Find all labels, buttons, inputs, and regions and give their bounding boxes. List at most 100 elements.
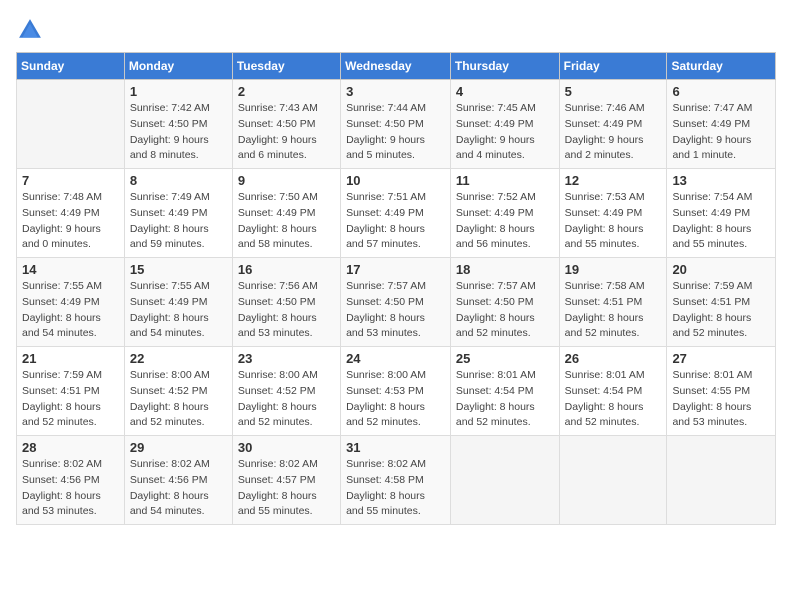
day-info: Sunrise: 7:56 AMSunset: 4:50 PMDaylight:… (238, 279, 335, 342)
calendar-cell: 11Sunrise: 7:52 AMSunset: 4:49 PMDayligh… (450, 169, 559, 258)
day-info: Sunrise: 8:00 AMSunset: 4:52 PMDaylight:… (130, 368, 227, 431)
day-info: Sunrise: 7:50 AMSunset: 4:49 PMDaylight:… (238, 190, 335, 253)
day-info: Sunrise: 7:51 AMSunset: 4:49 PMDaylight:… (346, 190, 445, 253)
calendar-cell: 13Sunrise: 7:54 AMSunset: 4:49 PMDayligh… (667, 169, 776, 258)
calendar-cell: 31 Sunrise: 8:02 AMSunset: 4:58 PMDayligh… (341, 436, 451, 525)
day-info: Sunrise: 7:55 AMSunset: 4:49 PMDaylight:… (22, 279, 119, 342)
day-number: 6 (672, 84, 770, 99)
day-header-tuesday: Tuesday (232, 53, 340, 80)
day-number: 2 (238, 84, 335, 99)
day-number: 14 (22, 262, 119, 277)
day-number: 29 (130, 440, 227, 455)
logo (16, 16, 48, 44)
calendar-cell (17, 80, 125, 169)
calendar-week-row: 7Sunrise: 7:48 AMSunset: 4:49 PMDaylight… (17, 169, 776, 258)
day-info: Sunrise: 7:44 AMSunset: 4:50 PMDaylight:… (346, 101, 445, 164)
day-info: Sunrise: 7:45 AMSunset: 4:49 PMDaylight:… (456, 101, 554, 164)
day-header-thursday: Thursday (450, 53, 559, 80)
calendar-week-row: 28 Sunrise: 8:02 AMSunset: 4:56 PMDayligh… (17, 436, 776, 525)
calendar-cell: 26 Sunrise: 8:01 AMSunset: 4:54 PMDayligh… (559, 347, 667, 436)
day-number: 3 (346, 84, 445, 99)
calendar-cell: 21 Sunrise: 7:59 AMSunset: 4:51 PMDayligh… (17, 347, 125, 436)
day-number: 8 (130, 173, 227, 188)
day-info: Sunrise: 7:48 AMSunset: 4:49 PMDaylight:… (22, 190, 119, 253)
calendar-cell: 20 Sunrise: 7:59 AMSunset: 4:51 PMDayligh… (667, 258, 776, 347)
calendar-cell: 6 Sunrise: 7:47 AMSunset: 4:49 PMDaylight… (667, 80, 776, 169)
day-number: 16 (238, 262, 335, 277)
day-info: Sunrise: 7:59 AMSunset: 4:51 PMDaylight:… (22, 368, 119, 431)
calendar-cell: 30 Sunrise: 8:02 AMSunset: 4:57 PMDayligh… (232, 436, 340, 525)
day-info: Sunrise: 7:59 AMSunset: 4:51 PMDaylight:… (672, 279, 770, 342)
day-header-friday: Friday (559, 53, 667, 80)
calendar-cell: 24Sunrise: 8:00 AMSunset: 4:53 PMDayligh… (341, 347, 451, 436)
day-info: Sunrise: 8:01 AMSunset: 4:54 PMDaylight:… (456, 368, 554, 431)
day-header-sunday: Sunday (17, 53, 125, 80)
day-number: 28 (22, 440, 119, 455)
calendar-cell: 25 Sunrise: 8:01 AMSunset: 4:54 PMDayligh… (450, 347, 559, 436)
day-info: Sunrise: 8:00 AMSunset: 4:53 PMDaylight:… (346, 368, 445, 431)
day-info: Sunrise: 7:43 AMSunset: 4:50 PMDaylight:… (238, 101, 335, 164)
day-number: 19 (565, 262, 662, 277)
day-number: 27 (672, 351, 770, 366)
day-number: 23 (238, 351, 335, 366)
day-info: Sunrise: 8:02 AMSunset: 4:57 PMDaylight:… (238, 457, 335, 520)
calendar-cell: 9 Sunrise: 7:50 AMSunset: 4:49 PMDaylight… (232, 169, 340, 258)
calendar-cell (559, 436, 667, 525)
day-info: Sunrise: 8:00 AMSunset: 4:52 PMDaylight:… (238, 368, 335, 431)
day-number: 1 (130, 84, 227, 99)
calendar-cell: 15Sunrise: 7:55 AMSunset: 4:49 PMDayligh… (124, 258, 232, 347)
day-info: Sunrise: 8:02 AMSunset: 4:58 PMDaylight:… (346, 457, 445, 520)
day-number: 22 (130, 351, 227, 366)
day-number: 10 (346, 173, 445, 188)
day-number: 4 (456, 84, 554, 99)
day-number: 20 (672, 262, 770, 277)
calendar-cell: 23 Sunrise: 8:00 AMSunset: 4:52 PMDayligh… (232, 347, 340, 436)
calendar-cell: 14 Sunrise: 7:55 AMSunset: 4:49 PMDayligh… (17, 258, 125, 347)
day-info: Sunrise: 8:01 AMSunset: 4:54 PMDaylight:… (565, 368, 662, 431)
day-info: Sunrise: 7:57 AMSunset: 4:50 PMDaylight:… (456, 279, 554, 342)
calendar-week-row: 1 Sunrise: 7:42 AMSunset: 4:50 PMDaylight… (17, 80, 776, 169)
day-number: 30 (238, 440, 335, 455)
calendar-cell: 29 Sunrise: 8:02 AMSunset: 4:56 PMDayligh… (124, 436, 232, 525)
day-info: Sunrise: 7:46 AMSunset: 4:49 PMDaylight:… (565, 101, 662, 164)
calendar-cell: 4 Sunrise: 7:45 AMSunset: 4:49 PMDaylight… (450, 80, 559, 169)
day-number: 26 (565, 351, 662, 366)
day-info: Sunrise: 8:02 AMSunset: 4:56 PMDaylight:… (130, 457, 227, 520)
day-info: Sunrise: 8:02 AMSunset: 4:56 PMDaylight:… (22, 457, 119, 520)
day-number: 15 (130, 262, 227, 277)
day-header-saturday: Saturday (667, 53, 776, 80)
calendar-week-row: 21 Sunrise: 7:59 AMSunset: 4:51 PMDayligh… (17, 347, 776, 436)
calendar-cell: 2 Sunrise: 7:43 AMSunset: 4:50 PMDaylight… (232, 80, 340, 169)
day-info: Sunrise: 7:52 AMSunset: 4:49 PMDaylight:… (456, 190, 554, 253)
day-number: 17 (346, 262, 445, 277)
calendar-cell: 19Sunrise: 7:58 AMSunset: 4:51 PMDayligh… (559, 258, 667, 347)
calendar-week-row: 14 Sunrise: 7:55 AMSunset: 4:49 PMDayligh… (17, 258, 776, 347)
calendar-table: SundayMondayTuesdayWednesdayThursdayFrid… (16, 52, 776, 525)
calendar-cell: 3 Sunrise: 7:44 AMSunset: 4:50 PMDaylight… (341, 80, 451, 169)
day-info: Sunrise: 7:47 AMSunset: 4:49 PMDaylight:… (672, 101, 770, 164)
day-number: 31 (346, 440, 445, 455)
logo-icon (16, 16, 44, 44)
day-header-monday: Monday (124, 53, 232, 80)
day-info: Sunrise: 8:01 AMSunset: 4:55 PMDaylight:… (672, 368, 770, 431)
day-info: Sunrise: 7:42 AMSunset: 4:50 PMDaylight:… (130, 101, 227, 164)
calendar-cell: 17 Sunrise: 7:57 AMSunset: 4:50 PMDayligh… (341, 258, 451, 347)
calendar-cell: 16 Sunrise: 7:56 AMSunset: 4:50 PMDayligh… (232, 258, 340, 347)
calendar-cell: 5Sunrise: 7:46 AMSunset: 4:49 PMDaylight… (559, 80, 667, 169)
calendar-cell (667, 436, 776, 525)
calendar-cell: 7Sunrise: 7:48 AMSunset: 4:49 PMDaylight… (17, 169, 125, 258)
day-number: 12 (565, 173, 662, 188)
day-number: 18 (456, 262, 554, 277)
day-number: 9 (238, 173, 335, 188)
calendar-cell: 28 Sunrise: 8:02 AMSunset: 4:56 PMDayligh… (17, 436, 125, 525)
day-number: 21 (22, 351, 119, 366)
day-number: 13 (672, 173, 770, 188)
calendar-cell: 1 Sunrise: 7:42 AMSunset: 4:50 PMDaylight… (124, 80, 232, 169)
day-info: Sunrise: 7:57 AMSunset: 4:50 PMDaylight:… (346, 279, 445, 342)
day-header-wednesday: Wednesday (341, 53, 451, 80)
day-number: 25 (456, 351, 554, 366)
page-header (16, 16, 776, 44)
day-info: Sunrise: 7:49 AMSunset: 4:49 PMDaylight:… (130, 190, 227, 253)
calendar-cell: 18 Sunrise: 7:57 AMSunset: 4:50 PMDayligh… (450, 258, 559, 347)
calendar-cell: 8 Sunrise: 7:49 AMSunset: 4:49 PMDaylight… (124, 169, 232, 258)
